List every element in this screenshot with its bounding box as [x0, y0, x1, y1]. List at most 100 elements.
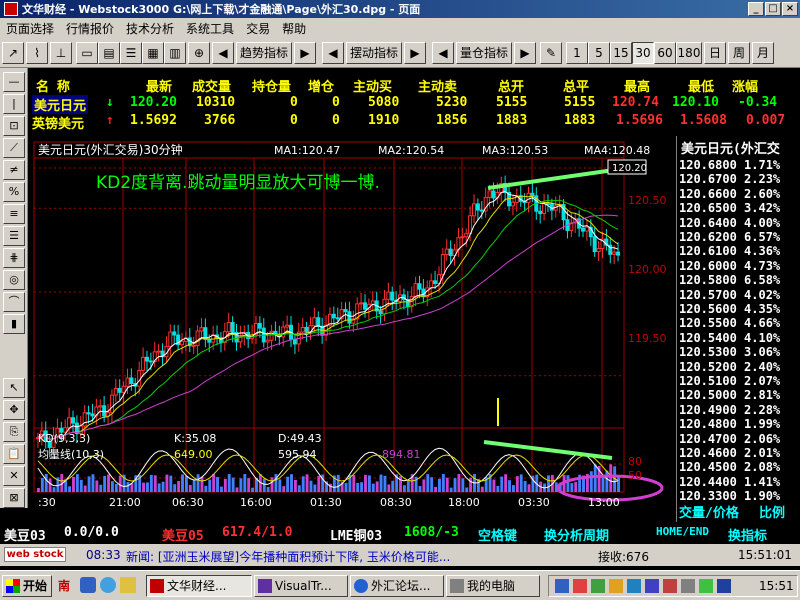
- arc-tool-icon[interactable]: ⌒: [3, 292, 25, 312]
- ladder-footer-right[interactable]: 比例: [759, 502, 785, 521]
- row-oi: 0: [290, 113, 298, 128]
- zoom-icon[interactable]: ⊕: [188, 42, 210, 64]
- task-wenhua[interactable]: 文华财经...: [146, 575, 252, 597]
- row-add: 0: [332, 113, 340, 128]
- draw-line-icon[interactable]: ↗: [2, 42, 24, 64]
- pen-icon[interactable]: ✎: [540, 42, 562, 64]
- row-close: 5155: [564, 95, 596, 110]
- quicklaunch-folder-icon[interactable]: [120, 577, 136, 593]
- hline-tool-icon[interactable]: —: [3, 72, 25, 92]
- tray-icon-7[interactable]: [663, 579, 677, 593]
- cycle-tool-icon[interactable]: ◎: [3, 270, 25, 290]
- bars-tool-icon[interactable]: ▮: [3, 314, 25, 334]
- layout-5-icon[interactable]: ▥: [164, 42, 186, 64]
- news-headline[interactable]: 新闻: [亚洲玉米展望]今年播种面积预计下降, 玉米价格可能...: [126, 548, 450, 565]
- period-15-button[interactable]: 15: [610, 42, 632, 64]
- period-1-button[interactable]: 1: [566, 42, 588, 64]
- volume-bar: [200, 476, 204, 492]
- next-volume-icon[interactable]: ▶: [514, 42, 536, 64]
- volume-bar: [153, 475, 157, 492]
- taskbar-clock[interactable]: 15:51: [759, 579, 794, 593]
- period-week-button[interactable]: 周: [728, 42, 750, 64]
- volume-bar: [188, 485, 192, 492]
- layout-1-icon[interactable]: ▭: [76, 42, 98, 64]
- menu-analysis[interactable]: 技术分析: [120, 20, 180, 37]
- menu-help[interactable]: 帮助: [276, 20, 312, 37]
- zigzag-icon[interactable]: ⌇: [26, 42, 48, 64]
- period-30-button[interactable]: 30: [632, 42, 654, 64]
- menu-tools[interactable]: 系统工具: [180, 20, 240, 37]
- row-change: 0.007: [746, 113, 786, 128]
- grid-tool-icon[interactable]: ≡: [3, 204, 25, 224]
- clear-tool-icon[interactable]: ⊠: [3, 488, 25, 508]
- layout-4-icon[interactable]: ▦: [142, 42, 164, 64]
- tray-icon-3[interactable]: [591, 579, 605, 593]
- quicklaunch-browser-icon[interactable]: [80, 577, 96, 593]
- ladder-footer-left[interactable]: 交量/价格: [679, 502, 739, 521]
- period-60-button[interactable]: 60: [654, 42, 676, 64]
- time-label: 08:30: [380, 496, 412, 508]
- trend-indicator-button[interactable]: 趋势指标: [236, 42, 292, 64]
- candle-body: [121, 385, 126, 393]
- tray-icon-1[interactable]: [555, 579, 569, 593]
- tray-icon-5[interactable]: [627, 579, 641, 593]
- prev-osc-icon[interactable]: ◀: [322, 42, 344, 64]
- pointer-tool-icon[interactable]: ↖: [3, 378, 25, 398]
- ticker-item1-name[interactable]: 美豆03: [4, 525, 46, 544]
- menu-quotes[interactable]: 行情报价: [60, 20, 120, 37]
- next-indicator-icon[interactable]: ▶: [294, 42, 316, 64]
- minimize-button[interactable]: _: [748, 2, 764, 16]
- ticker-item2-name[interactable]: 美豆05: [162, 525, 204, 544]
- period-day-button[interactable]: 日: [704, 42, 726, 64]
- chart-area[interactable]: 美元日元(外汇交易)30分钟 MA1:120.47 MA2:120.54 MA3…: [28, 136, 676, 509]
- start-button[interactable]: 开始: [2, 575, 52, 597]
- price-ladder-panel[interactable]: 美元日元(外汇交 120.6800 1.71% 120.6700 2.23% 120…: [676, 136, 800, 522]
- row-sell: 5230: [436, 95, 468, 110]
- tray-icon-4[interactable]: [609, 579, 623, 593]
- volume-icon[interactable]: [681, 579, 695, 593]
- volume-indicator-button[interactable]: 量仓指标: [456, 42, 512, 64]
- paste-tool-icon[interactable]: 📋: [3, 444, 25, 464]
- fib-tool-icon[interactable]: %: [3, 182, 25, 202]
- tray-icon-6[interactable]: [645, 579, 659, 593]
- task-visualtrader[interactable]: VisualTr...: [254, 575, 348, 597]
- price-chart-svg[interactable]: 美元日元(外汇交易)30分钟 MA1:120.47 MA2:120.54 MA3…: [28, 136, 676, 509]
- task-my-computer[interactable]: 我的电脑: [446, 575, 540, 597]
- vline-tool-icon[interactable]: |: [3, 94, 25, 114]
- move-tool-icon[interactable]: ✥: [3, 400, 25, 420]
- maximize-button[interactable]: □: [765, 2, 781, 16]
- quicklaunch-nan-icon[interactable]: 南: [58, 577, 74, 593]
- network-icon[interactable]: [699, 579, 713, 593]
- channel-tool-icon[interactable]: ≠: [3, 160, 25, 180]
- tray-icon-2[interactable]: [573, 579, 587, 593]
- volume-bar: [367, 475, 371, 492]
- lines-tool-icon[interactable]: ☰: [3, 226, 25, 246]
- quicklaunch-ie-icon[interactable]: [100, 577, 116, 593]
- close-button[interactable]: ×: [782, 2, 798, 16]
- volume-bar: [383, 475, 387, 492]
- volume-bar: [566, 475, 570, 492]
- period-180-button[interactable]: 180: [676, 42, 702, 64]
- tray-icon-8[interactable]: [717, 579, 731, 593]
- layout-3-icon[interactable]: ☰: [120, 42, 142, 64]
- candle-body: [144, 356, 149, 362]
- prev-indicator-icon[interactable]: ◀: [212, 42, 234, 64]
- prev-volume-icon[interactable]: ◀: [432, 42, 454, 64]
- oscillator-indicator-button[interactable]: 摆动指标: [346, 42, 402, 64]
- copy-tool-icon[interactable]: ⎘: [3, 422, 25, 442]
- menu-page-select[interactable]: 页面选择: [0, 20, 60, 37]
- diag-tool-icon[interactable]: ⟋: [3, 138, 25, 158]
- menu-trade[interactable]: 交易: [240, 20, 276, 37]
- visualtrader-app-icon: [258, 579, 272, 593]
- period-5-button[interactable]: 5: [588, 42, 610, 64]
- ticker-item3-name[interactable]: LME铜03: [330, 525, 382, 544]
- period-month-button[interactable]: 月: [752, 42, 774, 64]
- gann-tool-icon[interactable]: ⋕: [3, 248, 25, 268]
- layout-2-icon[interactable]: ▤: [98, 42, 120, 64]
- step-icon[interactable]: ⊥: [50, 42, 72, 64]
- next-osc-icon[interactable]: ▶: [404, 42, 426, 64]
- rect-tool-icon[interactable]: ⊡: [3, 116, 25, 136]
- delete-tool-icon[interactable]: ✕: [3, 466, 25, 486]
- task-forex-forum[interactable]: 外汇论坛...: [350, 575, 444, 597]
- kd-tick-50: 50: [628, 469, 642, 482]
